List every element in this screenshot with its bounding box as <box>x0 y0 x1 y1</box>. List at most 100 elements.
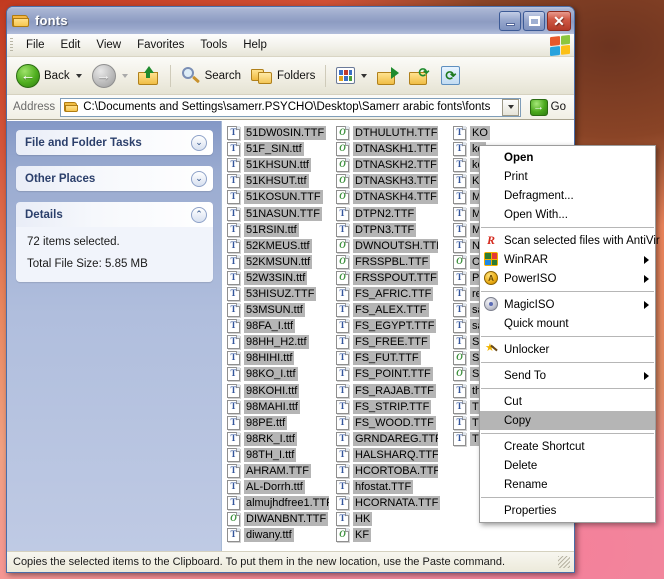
context-menu-item-poweriso[interactable]: A PowerISO <box>480 269 655 288</box>
file-item[interactable]: O DTNASKH3.TTF <box>334 173 441 189</box>
file-item[interactable]: T DTPN2.TTF <box>334 205 441 221</box>
context-menu-item-cut[interactable]: Cut <box>480 392 655 411</box>
views-dropdown-icon[interactable] <box>361 73 368 78</box>
file-item[interactable]: O FRSSPOUT.TTF <box>334 270 441 286</box>
file-item[interactable]: T 51KHSUN.ttf <box>225 157 332 173</box>
context-menu-item-open[interactable]: Open <box>480 148 655 167</box>
folders-button[interactable]: Folders <box>246 64 320 88</box>
file-item[interactable]: T 98TH_I.ttf <box>225 447 332 463</box>
file-item[interactable]: O DTNASKH4.TTF <box>334 189 441 205</box>
file-item[interactable]: Thfostat.TTF <box>334 479 449 495</box>
file-item[interactable]: O FRSSPBL.TTF <box>334 254 441 270</box>
context-menu-item-create-shortcut[interactable]: Create Shortcut <box>480 437 655 456</box>
file-item[interactable]: T 98FA_I.ttf <box>225 318 332 334</box>
file-item[interactable]: T AL-Dorrh.ttf <box>225 479 332 495</box>
panel-header[interactable]: File and Folder Tasks ⌄ <box>16 130 213 155</box>
file-item[interactable]: O DIWANBNT.TTF <box>225 511 332 527</box>
close-button[interactable]: ✕ <box>547 10 571 31</box>
resize-grip[interactable] <box>558 556 570 568</box>
menu-item-help[interactable]: Help <box>235 36 275 54</box>
context-menu-item-delete[interactable]: Delete <box>480 456 655 475</box>
file-item[interactable]: T 98HH_H2.ttf <box>225 334 332 350</box>
file-item[interactable]: T 52W3SIN.ttf <box>225 270 332 286</box>
menu-item-view[interactable]: View <box>88 36 129 54</box>
address-dropdown-button[interactable] <box>501 98 519 116</box>
forward-button[interactable]: → <box>87 61 133 91</box>
chevron-down-icon[interactable]: ⌄ <box>191 170 207 187</box>
file-item[interactable]: O DTHULUTH.TTF <box>334 125 441 141</box>
file-item[interactable]: T 51RSIN.ttf <box>225 222 332 238</box>
file-item[interactable]: T HK <box>334 511 449 527</box>
context-menu-item-rename[interactable]: Rename <box>480 475 655 494</box>
file-item[interactable]: T 53HISUZ.TTF <box>225 286 332 302</box>
file-item[interactable]: T FS_STRIP.TTF <box>334 399 441 415</box>
file-item[interactable]: Tdiwany.ttf <box>225 527 332 543</box>
file-item[interactable]: T FS_AFRIC.TTF <box>334 286 441 302</box>
copy-to-button[interactable]: ⟳ <box>404 63 436 88</box>
context-menu-item-scan-selected-files-with-antivir[interactable]: R Scan selected files with AntiVir <box>480 231 660 250</box>
context-menu-item-winrar[interactable]: WinRAR <box>480 250 655 269</box>
file-item[interactable]: T FS_FUT.TTF <box>334 350 441 366</box>
file-item[interactable]: T 98MAHI.ttf <box>225 399 332 415</box>
search-button[interactable]: Search <box>176 63 246 89</box>
file-item[interactable]: T DTPN3.TTF <box>334 222 441 238</box>
file-item[interactable]: T 98KO_I.ttf <box>225 366 332 382</box>
file-item[interactable]: T FS_EGYPT.TTF <box>334 318 441 334</box>
menu-grip[interactable] <box>10 37 13 53</box>
panel-details[interactable]: Details ⌃ 72 items selected. Total File … <box>16 202 213 282</box>
file-item[interactable]: T 98KOHI.ttf <box>225 383 332 399</box>
file-item[interactable]: T HALSHARQ.TTF <box>334 447 441 463</box>
file-item[interactable]: T 51KHSUT.ttf <box>225 173 332 189</box>
file-item[interactable]: T FS_POINT.TTF <box>334 366 441 382</box>
address-input[interactable]: C:\Documents and Settings\samerr.PSYCHO\… <box>60 97 521 117</box>
file-item[interactable]: T 98RK_I.ttf <box>225 431 332 447</box>
file-item[interactable]: T KO <box>451 125 566 141</box>
file-item[interactable]: T 98PE.ttf <box>225 415 332 431</box>
file-item[interactable]: O DTNASKH2.TTF <box>334 157 441 173</box>
file-item[interactable]: T 52KMEUS.ttf <box>225 238 332 254</box>
file-item[interactable]: T 52KMSUN.ttf <box>225 254 332 270</box>
menu-item-tools[interactable]: Tools <box>192 36 235 54</box>
file-item[interactable]: T AHRAM.TTF <box>225 463 332 479</box>
file-item[interactable]: T HCORNATA.TTF <box>334 495 449 511</box>
file-item[interactable]: T 51DW0SIN.TTF <box>225 125 332 141</box>
go-button[interactable]: → Go <box>526 98 570 117</box>
minimize-button[interactable] <box>499 10 521 31</box>
menu-item-favorites[interactable]: Favorites <box>129 36 192 54</box>
file-item[interactable]: Talmujhdfree1.TTF <box>225 495 332 511</box>
context-menu-item-print[interactable]: Print <box>480 167 655 186</box>
context-menu-item-defragment[interactable]: Defragment... <box>480 186 655 205</box>
file-item[interactable]: O DTNASKH1.TTF <box>334 141 441 157</box>
context-menu-item-copy[interactable]: Copy <box>480 411 655 430</box>
file-item[interactable]: T GRNDAREG.TTF <box>334 431 441 447</box>
context-menu-item-properties[interactable]: Properties <box>480 501 655 520</box>
refresh-button[interactable]: ⟳ <box>436 63 465 88</box>
file-item[interactable]: T FS_WOOD.TTF <box>334 415 441 431</box>
file-item[interactable]: T 51NASUN.TTF <box>225 205 332 221</box>
file-item[interactable]: T 53MSUN.ttf <box>225 302 332 318</box>
move-to-button[interactable] <box>372 63 404 88</box>
file-item[interactable]: T HCORTOBA.TTF <box>334 463 441 479</box>
chevron-up-icon[interactable]: ⌃ <box>191 206 207 223</box>
file-item[interactable]: O DWNOUTSH.TTF <box>334 238 441 254</box>
panel-header[interactable]: Details ⌃ <box>16 202 213 227</box>
up-button[interactable] <box>133 63 165 88</box>
chevron-down-icon[interactable]: ⌄ <box>191 134 207 151</box>
menu-item-file[interactable]: File <box>18 36 53 54</box>
panel-file-and-folder-tasks[interactable]: File and Folder Tasks ⌄ <box>16 130 213 155</box>
maximize-button[interactable] <box>523 10 545 31</box>
file-item[interactable]: T 51KOSUN.TTF <box>225 189 332 205</box>
menu-item-edit[interactable]: Edit <box>53 36 89 54</box>
context-menu-item-unlocker[interactable]: ★ Unlocker <box>480 340 655 359</box>
file-item[interactable]: T FS_FREE.TTF <box>334 334 441 350</box>
context-menu-item-open-with[interactable]: Open With... <box>480 205 655 224</box>
panel-header[interactable]: Other Places ⌄ <box>16 166 213 191</box>
context-menu-item-magiciso[interactable]: MagicISO <box>480 295 655 314</box>
panel-other-places[interactable]: Other Places ⌄ <box>16 166 213 191</box>
file-item[interactable]: T FS_ALEX.TTF <box>334 302 441 318</box>
views-button[interactable] <box>331 64 372 87</box>
file-item[interactable]: T FS_RAJAB.TTF <box>334 383 441 399</box>
file-item[interactable]: T 51F_SIN.ttf <box>225 141 332 157</box>
context-menu-item-send-to[interactable]: Send To <box>480 366 655 385</box>
file-item[interactable]: T 98HIHI.ttf <box>225 350 332 366</box>
